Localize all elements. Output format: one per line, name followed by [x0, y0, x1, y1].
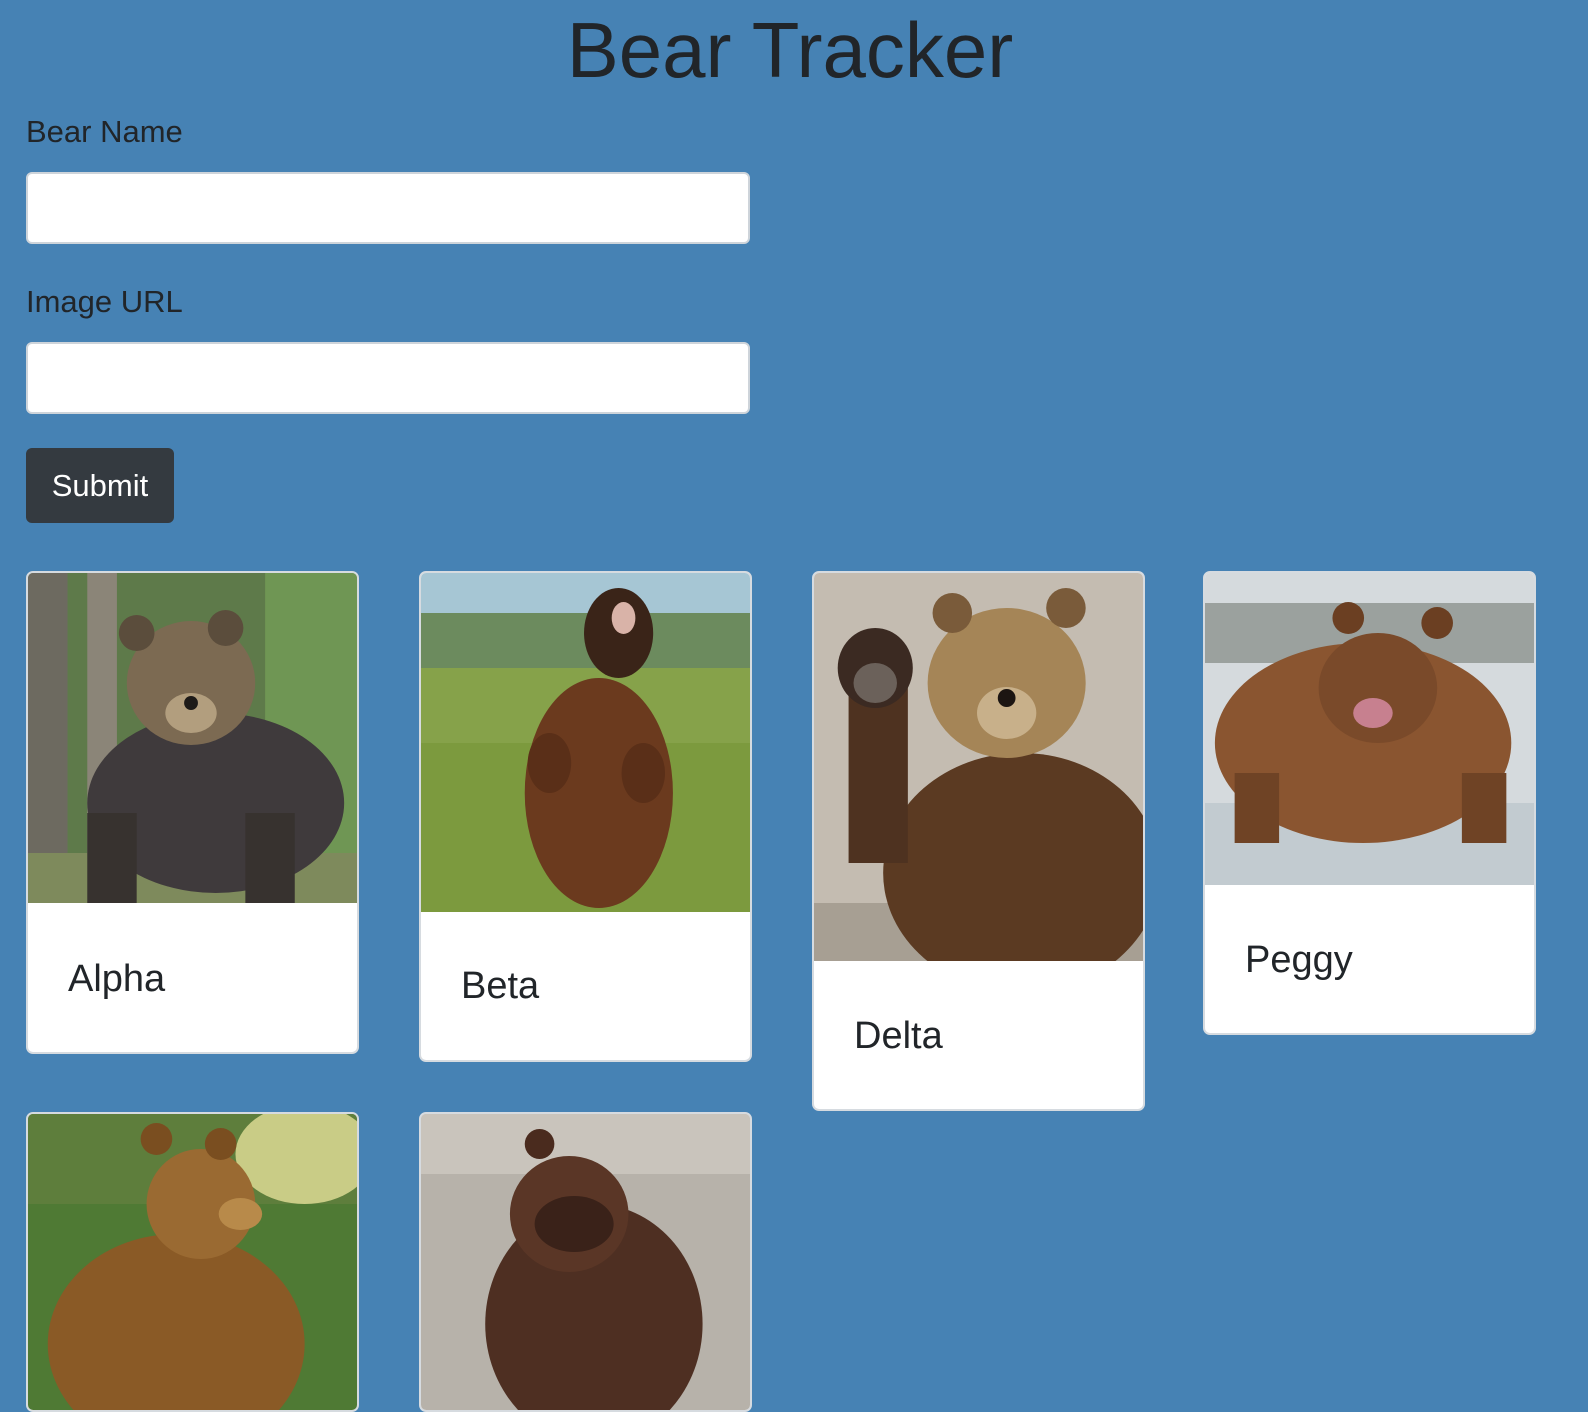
- bear-photo: [421, 1114, 750, 1410]
- bear-name: Beta: [461, 964, 540, 1007]
- bear-card: Delta: [812, 571, 1145, 1111]
- bear-name-label: Bear Name: [26, 114, 183, 149]
- bear-card: Beta: [419, 571, 752, 1062]
- bear-photo: [814, 573, 1143, 961]
- bear-card: [26, 1112, 359, 1412]
- image-url-label: Image URL: [26, 284, 183, 319]
- submit-button[interactable]: Submit: [26, 448, 174, 523]
- bear-photo: [28, 573, 357, 903]
- bear-photo: [421, 573, 750, 912]
- bear-card: Peggy: [1203, 571, 1536, 1035]
- image-url-input[interactable]: [26, 342, 750, 414]
- bear-photo: [28, 1114, 357, 1410]
- bear-photo: [1205, 573, 1534, 885]
- bear-card: Alpha: [26, 571, 359, 1054]
- page-title: Bear Tracker: [566, 6, 1014, 94]
- bear-name: Delta: [854, 1014, 943, 1057]
- bear-name: Alpha: [68, 958, 166, 1000]
- bear-name: Peggy: [1245, 938, 1353, 981]
- bear-name-input[interactable]: [26, 172, 750, 244]
- bear-card: [419, 1112, 752, 1412]
